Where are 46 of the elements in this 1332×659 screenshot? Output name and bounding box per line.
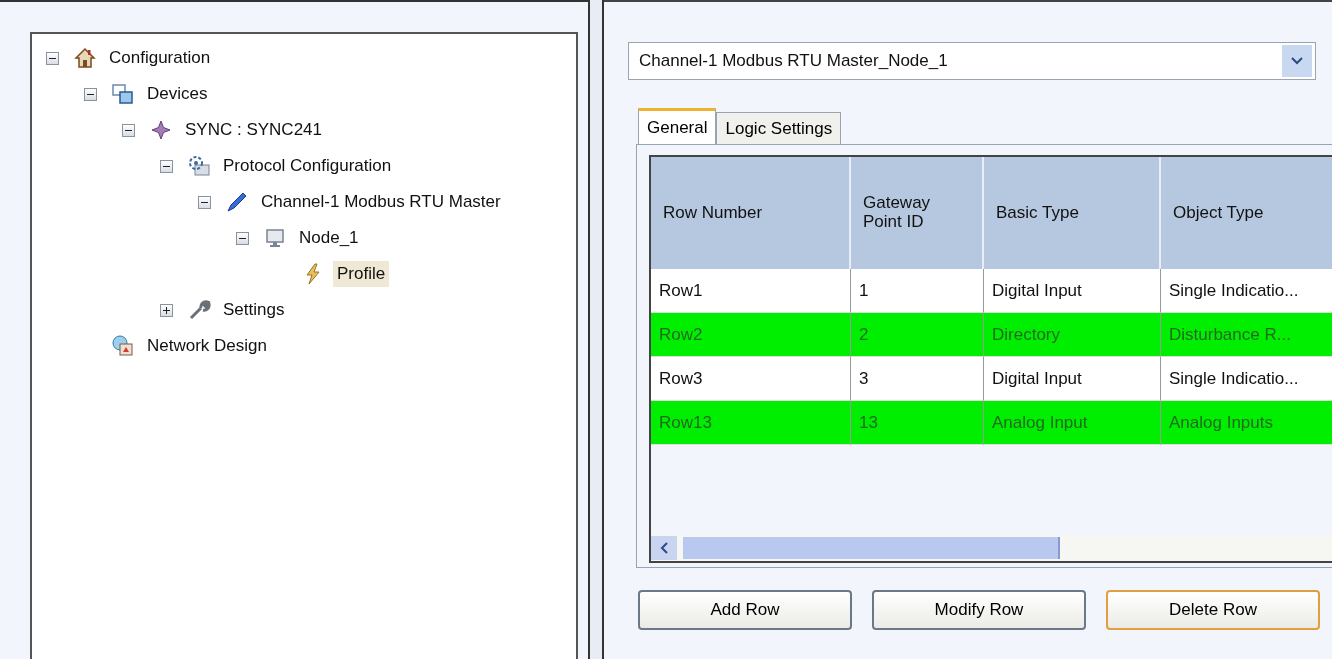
tab[interactable]: General: [638, 108, 717, 144]
tree-item[interactable]: Node_1: [295, 225, 363, 251]
chevron-down-icon[interactable]: [1282, 45, 1312, 77]
tree-item[interactable]: Devices: [143, 81, 212, 107]
table-cell: Row13: [651, 401, 851, 445]
tree-item[interactable]: Settings: [219, 297, 289, 323]
column-header[interactable]: Basic Type: [984, 157, 1161, 269]
table-row[interactable]: Row2 2 Directory Disturbance R...: [651, 313, 1332, 357]
chevron-left-icon[interactable]: [651, 536, 677, 560]
expander-toggle[interactable]: [122, 123, 135, 137]
wrench-icon: [187, 298, 211, 322]
network-icon: [111, 334, 135, 358]
expander-toggle[interactable]: [160, 159, 173, 173]
row-button[interactable]: Modify Row: [872, 590, 1086, 630]
column-header[interactable]: Row Number: [651, 157, 851, 269]
table-cell: Analog Inputs: [1161, 401, 1332, 445]
horizontal-scrollbar[interactable]: [651, 535, 1332, 561]
tree-item[interactable]: Protocol Configuration: [219, 153, 396, 179]
table-row[interactable]: Row13 13 Analog Input Analog Inputs: [651, 401, 1332, 445]
column-header[interactable]: Gateway Point ID: [851, 157, 984, 269]
table-row[interactable]: Row3 3 Digital Input Single Indicatio...: [651, 357, 1332, 401]
tree-item[interactable]: Profile: [333, 261, 390, 287]
pen-icon: [225, 190, 249, 214]
node-dropdown[interactable]: Channel-1 Modbus RTU Master_Node_1: [628, 42, 1316, 80]
diamond-icon: [149, 118, 173, 142]
tree-item[interactable]: Channel-1 Modbus RTU Master: [257, 189, 505, 215]
table-row[interactable]: Row1 1 Digital Input Single Indicatio...: [651, 269, 1332, 313]
table-cell: 13: [851, 401, 984, 445]
table-cell: Analog Input: [984, 401, 1161, 445]
expander-toggle[interactable]: [236, 231, 249, 245]
tree-item[interactable]: Network Design: [143, 333, 271, 359]
tree-item[interactable]: Configuration: [105, 45, 215, 71]
splitter-bar[interactable]: [588, 0, 604, 659]
scroll-thumb[interactable]: [683, 537, 1060, 559]
expander-toggle[interactable]: [160, 303, 173, 317]
tree-item[interactable]: SYNC : SYNC241: [181, 117, 326, 143]
row-button[interactable]: Delete Row: [1106, 590, 1320, 630]
tab[interactable]: Logic Settings: [716, 112, 842, 144]
expander-toggle[interactable]: [84, 87, 97, 101]
windows-icon: [111, 82, 135, 106]
expander-toggle[interactable]: [198, 195, 211, 209]
column-header[interactable]: Object Type: [1161, 157, 1332, 269]
monitor-icon: [263, 226, 287, 250]
expander-toggle[interactable]: [46, 51, 59, 65]
row-button[interactable]: Add Row: [638, 590, 852, 630]
house-icon: [73, 46, 97, 70]
